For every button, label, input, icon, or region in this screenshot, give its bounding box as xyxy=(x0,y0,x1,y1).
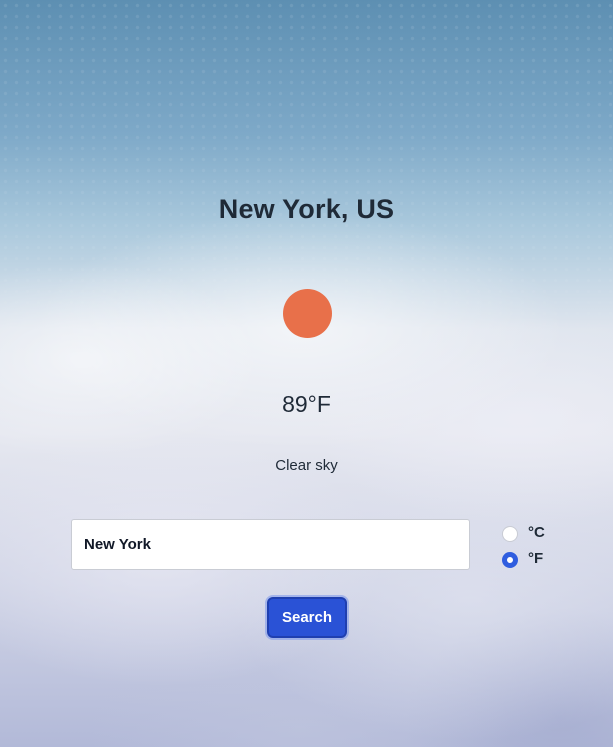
weather-condition: Clear sky xyxy=(275,457,338,474)
fahrenheit-radio[interactable] xyxy=(502,552,518,568)
unit-option-celsius[interactable]: °C xyxy=(502,519,545,545)
location-title: New York, US xyxy=(218,194,395,224)
unit-selector: °C °F xyxy=(502,519,545,571)
temperature: 89°F xyxy=(282,391,331,417)
fahrenheit-label: °F xyxy=(528,549,544,567)
city-search-input[interactable] xyxy=(71,519,470,570)
celsius-label: °C xyxy=(528,523,545,541)
celsius-radio[interactable] xyxy=(502,526,518,542)
search-button[interactable]: Search xyxy=(267,597,347,638)
unit-option-fahrenheit[interactable]: °F xyxy=(502,545,545,571)
sun-icon xyxy=(283,289,332,338)
